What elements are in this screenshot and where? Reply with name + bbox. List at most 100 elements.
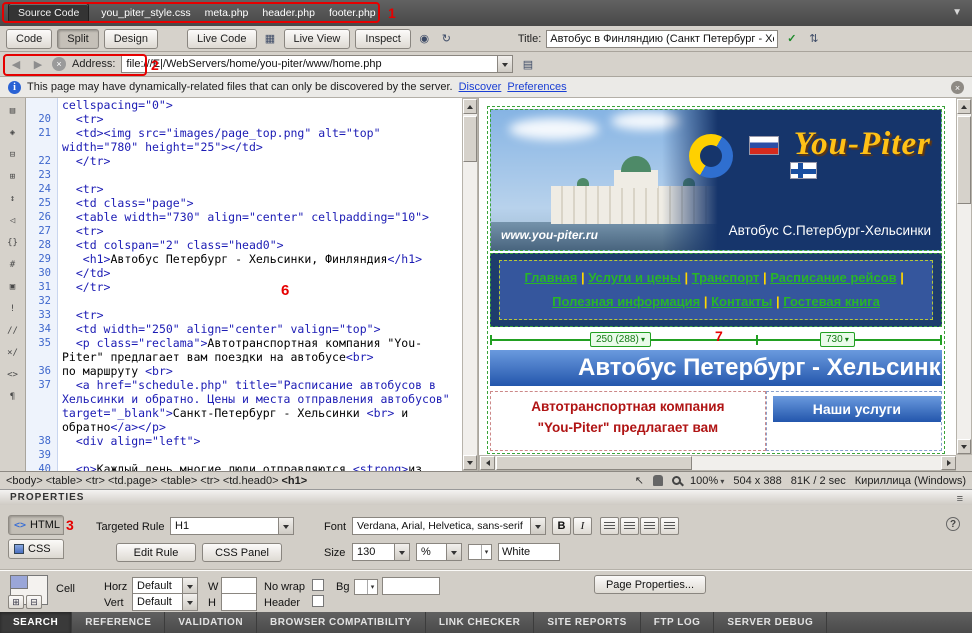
design-horizontal-scrollbar[interactable] — [479, 455, 957, 471]
format-source-code-icon[interactable]: ¶ — [4, 389, 22, 404]
wrap-tag-icon[interactable]: <> — [4, 367, 22, 382]
syntax-error-alerts-icon[interactable]: ! — [4, 301, 22, 316]
bottom-tab-browser-compatibility[interactable]: BROWSER COMPATIBILITY — [257, 612, 426, 633]
font-combobox[interactable]: Verdana, Arial, Helvetica, sans-serif — [352, 517, 546, 535]
design-nav-link[interactable]: Контакты — [711, 294, 772, 309]
size-combobox[interactable]: 130 — [352, 543, 410, 561]
collapse-full-tag-icon[interactable]: ⊟ — [4, 147, 22, 162]
unit-arrow[interactable] — [446, 544, 461, 560]
design-nav-link[interactable]: Транспорт — [692, 270, 760, 285]
filter-icon[interactable]: ▼ — [952, 7, 962, 18]
bottom-tab-link-checker[interactable]: LINK CHECKER — [426, 612, 535, 633]
tag-selector-item[interactable]: <table> — [161, 475, 198, 487]
forward-icon[interactable]: ▶ — [30, 56, 46, 72]
apply-comment-icon[interactable]: // — [4, 323, 22, 338]
tag-selector-item[interactable]: <tr> — [85, 475, 105, 487]
hand-tool-icon[interactable] — [653, 475, 663, 486]
show-code-navigator-icon[interactable]: ◈ — [4, 125, 22, 140]
bottom-tab-server-debug[interactable]: SERVER DEBUG — [714, 612, 827, 633]
related-file-tab[interactable]: footer.php — [329, 7, 376, 19]
related-file-tab[interactable]: meta.php — [205, 7, 249, 19]
preview-in-browser-icon[interactable]: ◉ — [416, 31, 433, 47]
tag-selector-item[interactable]: <tr> — [200, 475, 220, 487]
live-code-button[interactable]: Live Code — [187, 29, 257, 49]
color-value-input[interactable] — [498, 543, 560, 561]
window-size[interactable]: 504 x 388 — [733, 475, 781, 487]
tag-selector-item[interactable]: <td.head0> — [223, 475, 279, 487]
expand-all-icon[interactable]: ↕ — [4, 191, 22, 206]
source-code-tab[interactable]: Source Code — [8, 3, 89, 23]
tag-selector-item[interactable]: <h1> — [282, 475, 308, 487]
live-view-button[interactable]: Live View — [284, 29, 351, 49]
related-file-tab[interactable]: you_piter_style.css — [101, 7, 190, 19]
table-width-menu[interactable]: 730 — [820, 332, 855, 347]
back-icon[interactable]: ◀ — [8, 56, 24, 72]
collapse-selection-icon[interactable]: ⊞ — [4, 169, 22, 184]
align-right-button[interactable] — [640, 517, 659, 535]
header-checkbox[interactable] — [312, 595, 324, 607]
highlight-invalid-code-icon[interactable]: ▣ — [4, 279, 22, 294]
font-arrow[interactable] — [530, 518, 545, 534]
css-panel-button[interactable]: CSS Panel — [202, 543, 282, 562]
bottom-tab-ftp-log[interactable]: FTP LOG — [641, 612, 715, 633]
address-combobox[interactable]: file:///E|/WebServers/home/you-piter/www… — [121, 55, 513, 73]
bottom-tab-search[interactable]: SEARCH — [0, 612, 72, 633]
html-properties-button[interactable]: <> HTML — [8, 515, 64, 535]
scroll-down-button[interactable] — [463, 455, 477, 470]
file-management-icon[interactable]: ⇅ — [805, 31, 822, 47]
open-documents-icon[interactable]: ▤ — [4, 103, 22, 118]
design-nav-link[interactable]: Услуги и цены — [588, 270, 681, 285]
targeted-rule-arrow[interactable] — [278, 518, 293, 534]
design-nav-link[interactable]: Гостевая книга — [783, 294, 880, 309]
related-file-tab[interactable]: header.php — [262, 7, 315, 19]
scrollbar-thumb[interactable] — [496, 456, 692, 470]
align-center-button[interactable] — [620, 517, 639, 535]
live-view-options-icon[interactable]: ▤ — [519, 56, 536, 72]
code-navigator-icon[interactable]: ▦ — [262, 31, 279, 47]
code-scrollbar[interactable] — [462, 98, 478, 471]
design-view-button[interactable]: Design — [104, 29, 158, 49]
merge-cells-icon[interactable]: ⊞ — [8, 595, 24, 609]
check-page-icon[interactable]: ✓ — [783, 31, 800, 47]
align-justify-button[interactable] — [660, 517, 679, 535]
select-parent-tag-icon[interactable]: ◁ — [4, 213, 22, 228]
vert-arrow[interactable] — [182, 594, 197, 610]
vert-combobox[interactable]: Default — [132, 593, 198, 611]
scrollbar-thumb[interactable] — [463, 116, 477, 162]
column-width-menu[interactable]: 250 (288) — [590, 332, 651, 347]
code-view-button[interactable]: Code — [6, 29, 52, 49]
refresh-icon[interactable]: ↻ — [438, 31, 455, 47]
scroll-down-button[interactable] — [957, 439, 971, 454]
line-numbers-icon[interactable]: # — [4, 257, 22, 272]
scroll-up-button[interactable] — [463, 99, 477, 114]
horz-arrow[interactable] — [182, 578, 197, 594]
stop-icon[interactable]: × — [52, 57, 66, 71]
targeted-rule-combobox[interactable]: H1 — [170, 517, 294, 535]
properties-panel-header[interactable]: PROPERTIES ≡ — [0, 489, 972, 505]
bottom-tab-validation[interactable]: VALIDATION — [165, 612, 257, 633]
close-icon[interactable]: × — [951, 81, 964, 94]
split-cell-icon[interactable]: ⊟ — [26, 595, 42, 609]
code-view[interactable]: cellspacing="0">20 <tr>21 <td><img src="… — [26, 98, 462, 471]
design-nav-link[interactable]: Расписание рейсов — [770, 270, 896, 285]
edit-rule-button[interactable]: Edit Rule — [116, 543, 196, 562]
bottom-tab-site-reports[interactable]: SITE REPORTS — [534, 612, 640, 633]
discover-link[interactable]: Discover — [459, 81, 502, 93]
page-properties-button[interactable]: Page Properties... — [594, 575, 706, 594]
select-tool-icon[interactable]: ↖ — [635, 474, 644, 487]
address-dropdown-arrow[interactable] — [497, 56, 512, 72]
design-canvas[interactable]: You-Piter Автобус С.Петербург-Хельсинки … — [479, 98, 956, 455]
cell-height-input[interactable] — [221, 593, 257, 611]
design-vertical-scrollbar[interactable] — [956, 98, 972, 455]
size-arrow[interactable] — [394, 544, 409, 560]
scroll-right-button[interactable] — [941, 456, 956, 470]
remove-comment-icon[interactable]: ×/ — [4, 345, 22, 360]
design-nav-link[interactable]: Главная — [524, 270, 577, 285]
scroll-up-button[interactable] — [957, 99, 971, 114]
bg-color-swatch[interactable]: ▾ — [354, 579, 378, 595]
align-left-button[interactable] — [600, 517, 619, 535]
unit-combobox[interactable]: % — [416, 543, 462, 561]
title-input[interactable] — [546, 30, 778, 48]
css-properties-button[interactable]: CSS — [8, 539, 64, 559]
split-view-button[interactable]: Split — [57, 29, 98, 49]
